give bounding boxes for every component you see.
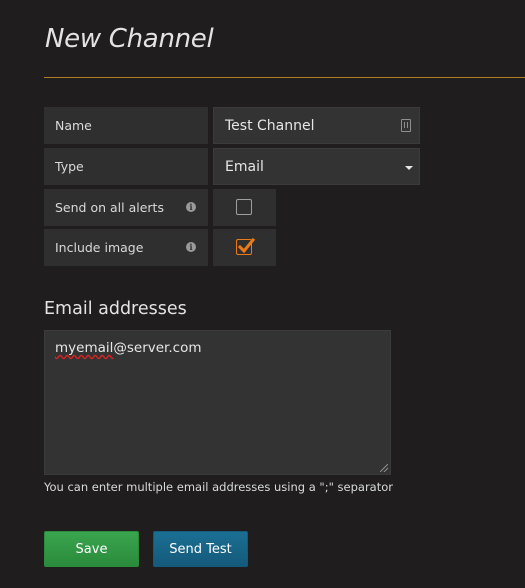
send-on-all-alerts-checkbox[interactable] — [236, 199, 252, 215]
type-select-value: Email — [225, 158, 264, 175]
email-section-title: Email addresses — [44, 299, 187, 319]
email-help-text: You can enter multiple email addresses u… — [44, 480, 394, 494]
name-input[interactable]: Test Channel — [213, 107, 420, 144]
include-image-checkbox[interactable] — [236, 237, 256, 255]
caret-down-icon — [405, 166, 413, 170]
include-image-text: Include image — [55, 240, 144, 255]
save-button[interactable]: Save — [44, 531, 139, 567]
send-on-all-alerts-label: Send on all alerts i — [44, 189, 208, 226]
send-on-all-alerts-cell — [213, 189, 276, 226]
name-label: Name — [44, 107, 208, 144]
send-on-all-alerts-text: Send on all alerts — [55, 200, 164, 215]
info-icon[interactable]: i — [186, 202, 196, 212]
send-test-button[interactable]: Send Test — [153, 531, 248, 567]
include-image-cell — [213, 229, 276, 266]
contact-card-icon[interactable] — [401, 119, 411, 132]
title-divider — [44, 77, 525, 78]
include-image-label: Include image i — [44, 229, 208, 266]
email-user-part: myemail — [55, 340, 114, 356]
checkmark-icon — [237, 237, 256, 254]
type-label: Type — [44, 148, 208, 185]
email-domain-part: @server.com — [113, 340, 202, 356]
resize-grip-icon[interactable] — [380, 464, 388, 472]
email-addresses-textarea[interactable]: myemail@server.com — [44, 330, 391, 475]
page-title: New Channel — [45, 24, 214, 54]
type-select[interactable]: Email — [213, 148, 420, 185]
info-icon[interactable]: i — [186, 242, 196, 252]
name-input-value: Test Channel — [225, 117, 315, 134]
